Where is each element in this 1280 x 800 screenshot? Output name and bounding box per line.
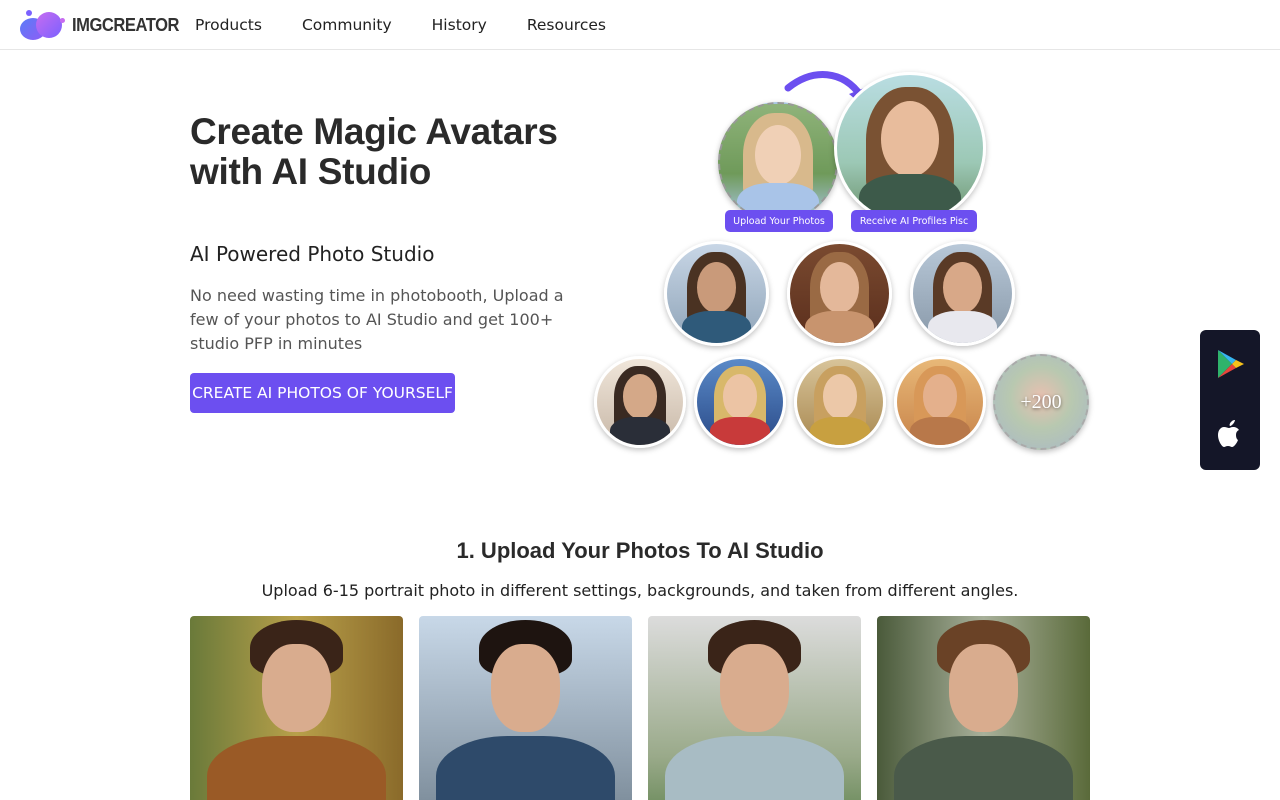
sample-photo-1: [190, 616, 403, 800]
uploaded-photo-avatar: [718, 102, 838, 222]
sample-photo-4: [877, 616, 1090, 800]
brand-name: IMGCREATOR: [72, 14, 180, 35]
hero-title: Create Magic Avatars with AI Studio: [190, 111, 558, 192]
sample-photo-3: [648, 616, 861, 800]
ai-generated-avatar-main: [834, 72, 986, 224]
nav-item-community[interactable]: Community: [302, 16, 392, 34]
app-store-panel: [1200, 330, 1260, 470]
avatar-warrior: [664, 241, 769, 346]
avatar-city: [910, 241, 1015, 346]
more-avatars-count: +200: [1020, 390, 1062, 413]
main-nav: Products Community History Resources: [195, 0, 646, 50]
nav-item-history[interactable]: History: [432, 16, 487, 34]
upload-section-title: 1. Upload Your Photos To AI Studio: [456, 538, 824, 563]
logo-mark-icon: [20, 10, 66, 40]
nav-item-products[interactable]: Products: [195, 16, 262, 34]
avatar-more-blurred[interactable]: +200: [993, 354, 1089, 450]
google-play-icon[interactable]: [1214, 348, 1246, 380]
hero-subtitle: AI Powered Photo Studio: [190, 242, 435, 266]
avatar-superhero: [694, 356, 786, 448]
brand-logo[interactable]: IMGCREATOR: [20, 10, 188, 40]
receive-ai-profiles-label: Receive AI Profiles Pisc: [851, 210, 977, 232]
create-ai-photos-button[interactable]: CREATE AI PHOTOS OF YOURSELF: [190, 373, 455, 413]
avatar-western: [894, 356, 986, 448]
upload-your-photos-label: Upload Your Photos: [725, 210, 833, 232]
sample-photo-2: [419, 616, 632, 800]
upload-section-description: Upload 6-15 portrait photo in different …: [261, 581, 1019, 600]
avatar-armor: [594, 356, 686, 448]
apple-icon[interactable]: [1214, 418, 1246, 450]
avatar-glam: [787, 241, 892, 346]
hero-description: No need wasting time in photobooth, Uplo…: [190, 286, 564, 353]
top-header: IMGCREATOR Products Community History Re…: [0, 0, 1280, 50]
nav-item-resources[interactable]: Resources: [527, 16, 606, 34]
avatar-golden: [794, 356, 886, 448]
